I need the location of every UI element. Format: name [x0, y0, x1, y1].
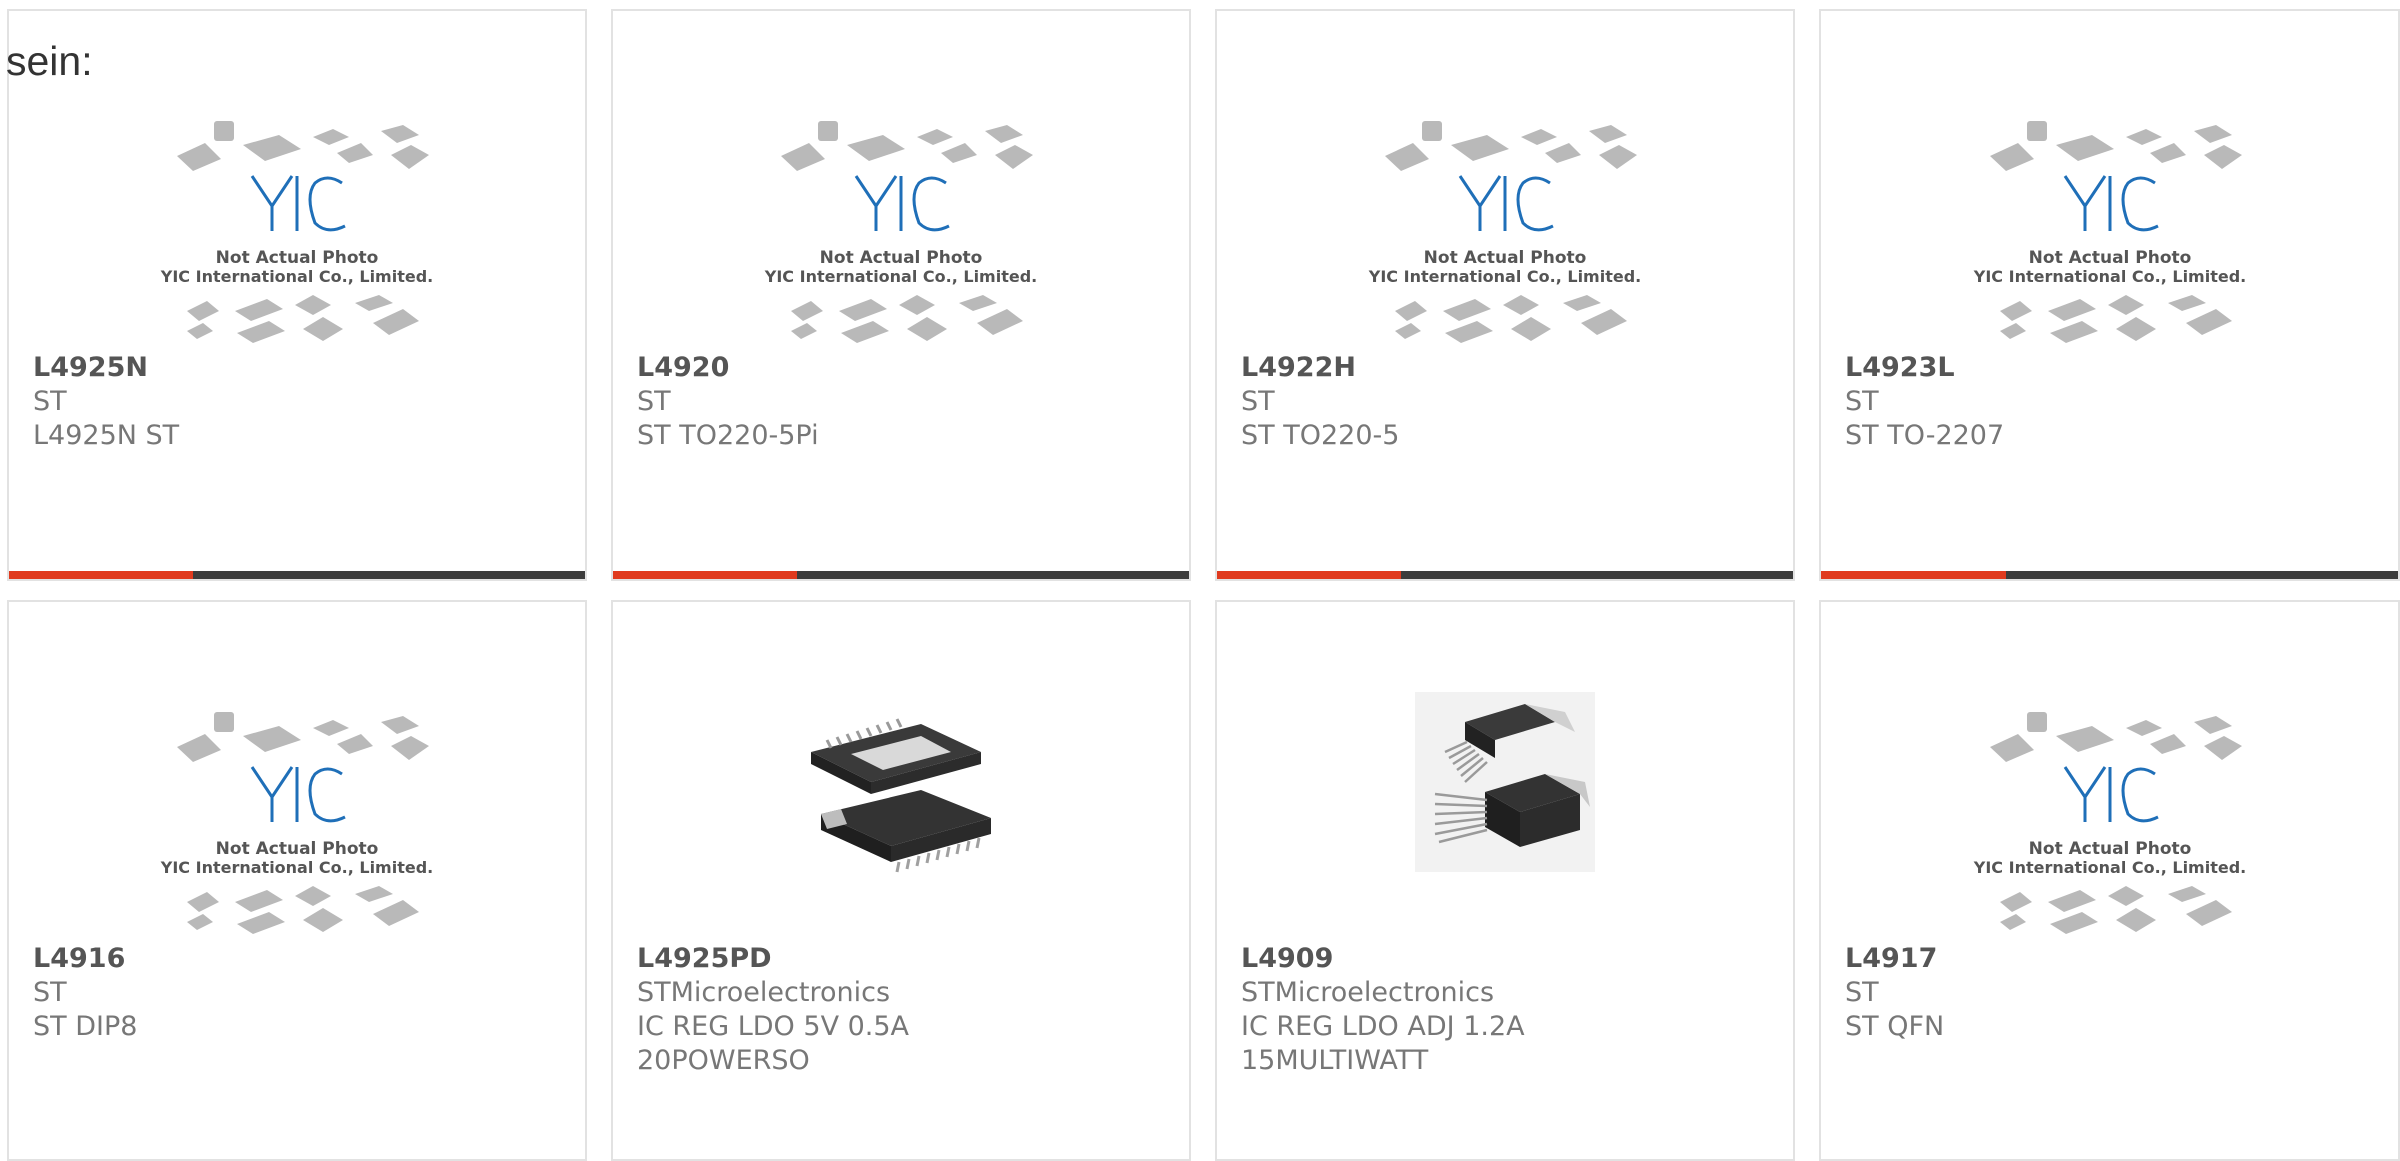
- part-number[interactable]: L4916: [33, 942, 569, 976]
- svg-text:Not Actual Photo: Not Actual Photo: [1424, 248, 1587, 268]
- product-image[interactable]: [1217, 652, 1793, 912]
- manufacturer: ST: [637, 386, 671, 417]
- manufacturer: STMicroelectronics: [1241, 977, 1495, 1008]
- manufacturer: ST: [1845, 386, 1879, 417]
- svg-text:Not Actual Photo: Not Actual Photo: [820, 248, 983, 268]
- svg-text:YIC International Co., Limited: YIC International Co., Limited.: [160, 267, 433, 286]
- product-image[interactable]: [613, 662, 1189, 922]
- description: L4925N ST: [33, 420, 180, 451]
- card-accent-bar: [613, 571, 1189, 579]
- manufacturer: ST: [1241, 386, 1275, 417]
- description: IC REG LDO ADJ 1.2A 15MULTIWATT: [1241, 1011, 1525, 1076]
- description: ST QFN: [1845, 1011, 1945, 1042]
- card-accent-bar: [1217, 571, 1793, 579]
- product-image[interactable]: Not Actual Photo YIC International Co., …: [613, 101, 1189, 361]
- intro-text: sein:: [6, 38, 93, 84]
- manufacturer: ST: [33, 977, 67, 1008]
- description: ST TO220-5Pi: [637, 420, 819, 451]
- svg-text:YIC International Co., Limited: YIC International Co., Limited.: [1972, 858, 2245, 877]
- description: IC REG LDO 5V 0.5A 20POWERSO: [637, 1011, 910, 1076]
- product-card[interactable]: Not Actual Photo YIC International Co., …: [611, 9, 1191, 581]
- product-image[interactable]: Not Actual Photo YIC International Co., …: [1217, 101, 1793, 361]
- svg-text:YIC International Co., Limited: YIC International Co., Limited.: [764, 267, 1037, 286]
- manufacturer: STMicroelectronics: [637, 977, 891, 1008]
- description: ST TO-2207: [1845, 420, 2005, 451]
- part-number[interactable]: L4922H: [1241, 351, 1777, 385]
- svg-text:YIC International Co., Limited: YIC International Co., Limited.: [1972, 267, 2245, 286]
- svg-text:Not Actual Photo: Not Actual Photo: [216, 248, 379, 268]
- product-card[interactable]: Not Actual Photo YIC International Co., …: [7, 9, 587, 581]
- svg-text:Not Actual Photo: Not Actual Photo: [2028, 248, 2191, 268]
- placeholder-image: Not Actual Photo YIC International Co., …: [764, 121, 1037, 343]
- card-accent-bar: [9, 571, 585, 579]
- svg-text:YIC International Co., Limited: YIC International Co., Limited.: [1368, 267, 1641, 286]
- multiwatt-package-photo: [1415, 692, 1595, 872]
- product-card[interactable]: Not Actual Photo YIC International Co., …: [7, 600, 587, 1161]
- part-number[interactable]: L4909: [1241, 942, 1777, 976]
- placeholder-image: Not Actual Photo YIC International Co., …: [1368, 121, 1641, 343]
- svg-text:Not Actual Photo: Not Actual Photo: [2028, 839, 2191, 859]
- description: ST TO220-5: [1241, 420, 1400, 451]
- part-number[interactable]: L4925N: [33, 351, 569, 385]
- placeholder-image: Not Actual Photo YIC International Co., …: [160, 121, 433, 343]
- manufacturer: ST: [33, 386, 67, 417]
- product-card[interactable]: L4909 STMicroelectronics IC REG LDO ADJ …: [1215, 600, 1795, 1161]
- product-image[interactable]: Not Actual Photo YIC International Co., …: [1821, 692, 2398, 952]
- product-card[interactable]: Not Actual Photo YIC International Co., …: [1819, 9, 2400, 581]
- placeholder-image: Not Actual Photo YIC International Co., …: [160, 712, 433, 934]
- part-number[interactable]: L4925PD: [637, 942, 1173, 976]
- product-card[interactable]: L4925PD STMicroelectronics IC REG LDO 5V…: [611, 600, 1191, 1161]
- placeholder-image: Not Actual Photo YIC International Co., …: [1972, 121, 2246, 343]
- product-image[interactable]: Not Actual Photo YIC International Co., …: [1821, 101, 2398, 361]
- product-card[interactable]: Not Actual Photo YIC International Co., …: [1215, 9, 1795, 581]
- part-number[interactable]: L4917: [1845, 942, 2382, 976]
- part-number[interactable]: L4920: [637, 351, 1173, 385]
- svg-text:Not Actual Photo: Not Actual Photo: [216, 839, 379, 859]
- manufacturer: ST: [1845, 977, 1879, 1008]
- part-number[interactable]: L4923L: [1845, 351, 2382, 385]
- product-image[interactable]: Not Actual Photo YIC International Co., …: [9, 101, 585, 361]
- description: ST DIP8: [33, 1011, 138, 1042]
- card-accent-bar: [1821, 571, 2398, 579]
- product-image[interactable]: Not Actual Photo YIC International Co., …: [9, 692, 585, 952]
- powerso-package-photo: [811, 718, 991, 873]
- product-card[interactable]: Not Actual Photo YIC International Co., …: [1819, 600, 2400, 1161]
- product-grid: Not Actual Photo YIC International Co., …: [0, 0, 2400, 1161]
- svg-text:YIC International Co., Limited: YIC International Co., Limited.: [160, 858, 433, 877]
- placeholder-image: Not Actual Photo YIC International Co., …: [1972, 712, 2246, 934]
